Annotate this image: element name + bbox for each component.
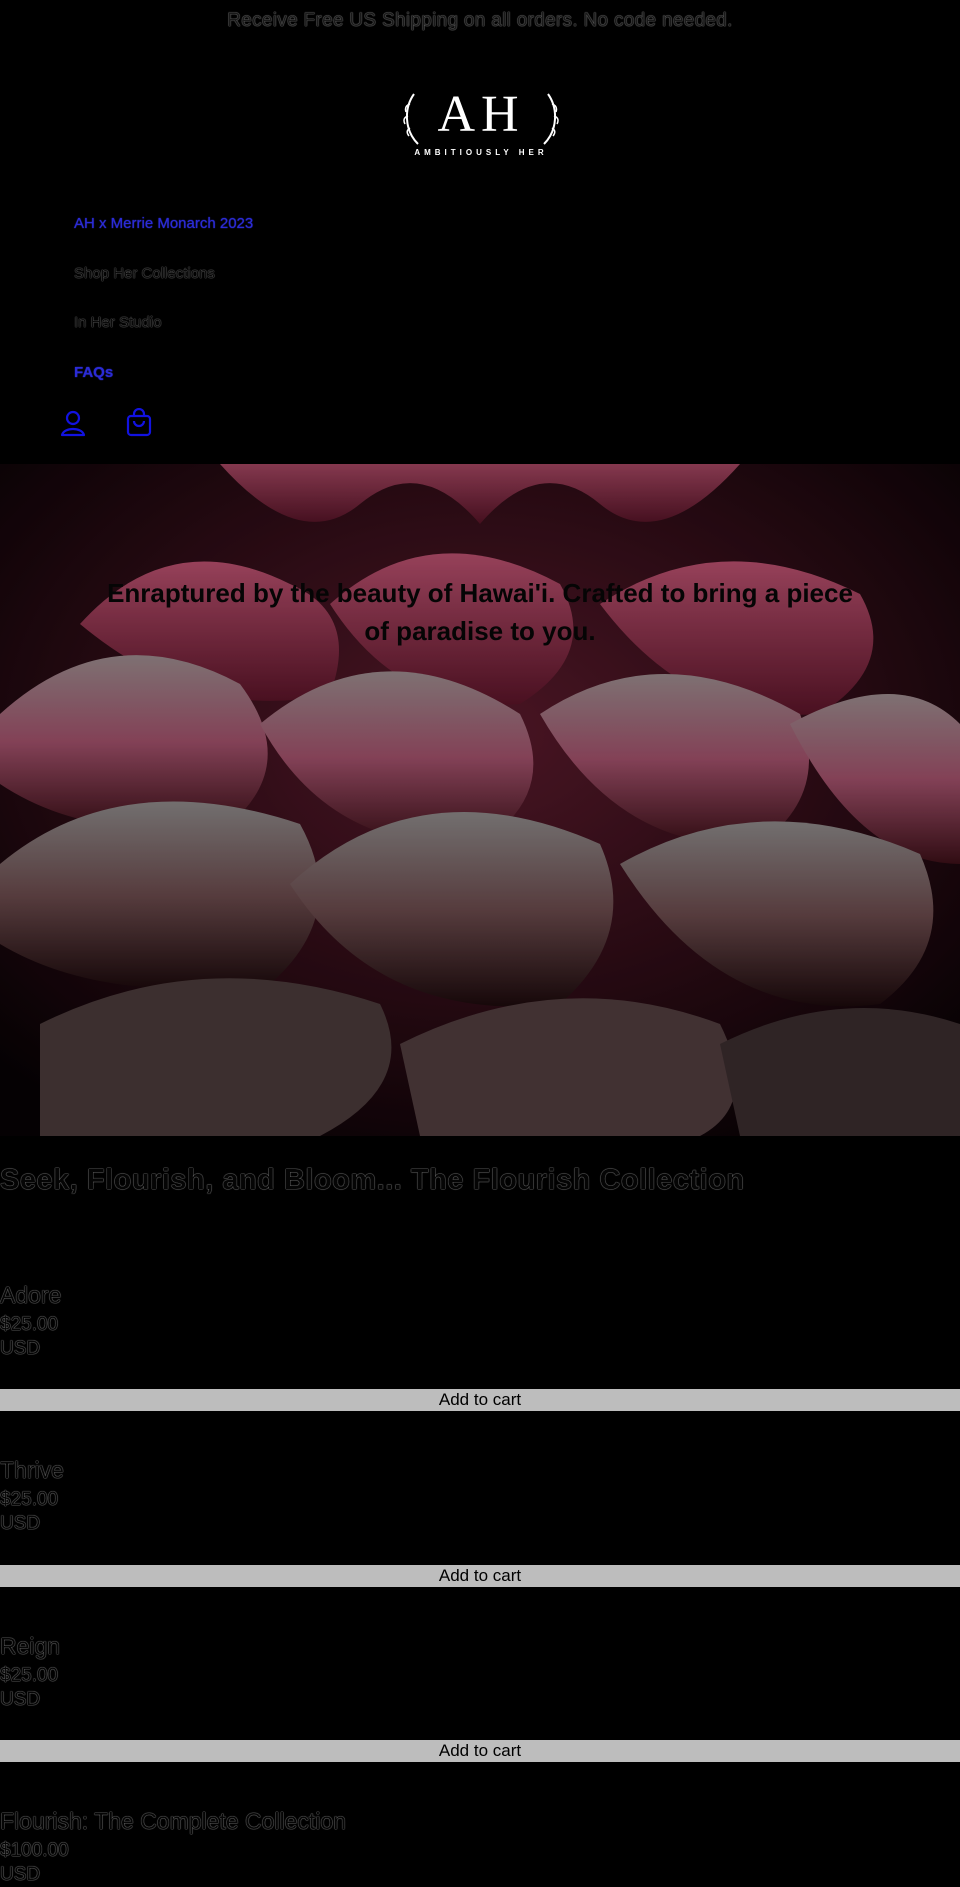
product-price: $25.00 <box>0 1489 59 1510</box>
product-price: $100.00 <box>0 1840 69 1861</box>
product-name[interactable]: Reign <box>0 1633 960 1660</box>
hero-banner: Enraptured by the beauty of Hawai'i. Cra… <box>0 464 960 1136</box>
product-card[interactable]: Thrive $25.00 USD <box>0 1457 960 1536</box>
product-card[interactable]: Adore $25.00 USD <box>0 1282 960 1361</box>
nav-item-shop-collections[interactable]: Shop Her Collections <box>74 265 215 282</box>
nav-item-merrie-monarch[interactable]: AH x Merrie Monarch 2023 <box>74 215 253 232</box>
product-name[interactable]: Flourish: The Complete Collection <box>0 1808 960 1835</box>
product-price: $25.00 <box>0 1314 59 1335</box>
flower-image <box>0 464 960 1136</box>
product-name[interactable]: Adore <box>0 1282 960 1309</box>
logo-letters: AH <box>437 86 525 143</box>
brand-logo[interactable]: AH AMBITIOUSLY HER <box>400 86 562 164</box>
logo-tagline: AMBITIOUSLY HER <box>414 148 548 157</box>
product-currency: USD <box>0 1689 41 1710</box>
product-price: $25.00 <box>0 1665 59 1686</box>
add-to-cart-button[interactable]: Add to cart <box>0 1389 960 1411</box>
product-currency: USD <box>0 1338 41 1359</box>
account-icon[interactable] <box>58 408 88 438</box>
product-currency: USD <box>0 1513 41 1534</box>
product-card[interactable]: Flourish: The Complete Collection $100.0… <box>0 1808 960 1887</box>
product-name[interactable]: Thrive <box>0 1457 960 1484</box>
cart-icon[interactable] <box>124 407 154 438</box>
product-card[interactable]: Reign $25.00 USD <box>0 1633 960 1712</box>
add-to-cart-button[interactable]: Add to cart <box>0 1740 960 1762</box>
product-currency: USD <box>0 1864 41 1885</box>
add-to-cart-button[interactable]: Add to cart <box>0 1565 960 1587</box>
announcement-bar: Receive Free US Shipping on all orders. … <box>227 10 733 31</box>
collection-title: Seek, Flourish, and Bloom... The Flouris… <box>0 1164 745 1196</box>
nav-item-faqs[interactable]: FAQs <box>74 364 113 381</box>
nav-item-studio[interactable]: In Her Studio <box>74 314 162 331</box>
hero-heading: Enraptured by the beauty of Hawai'i. Cra… <box>107 578 853 646</box>
